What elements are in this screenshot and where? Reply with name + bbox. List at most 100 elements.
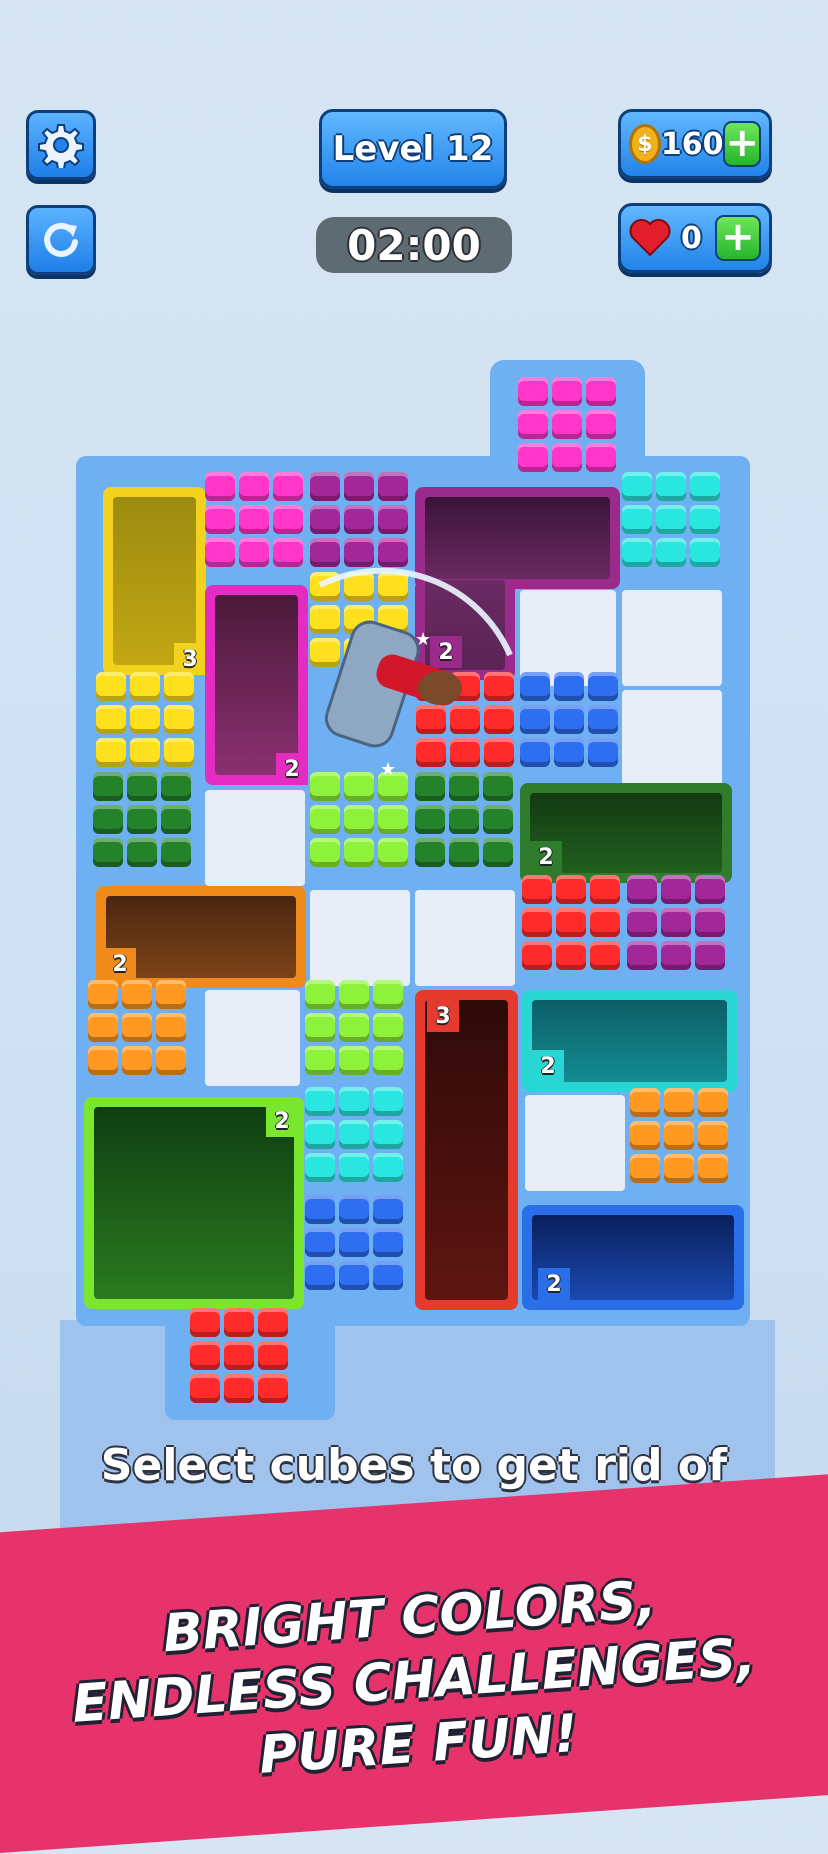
cube [522,875,552,904]
settings-button[interactable] [26,110,96,180]
cube [239,538,269,567]
cube [449,805,479,834]
cube [656,472,686,501]
cube [224,1374,254,1403]
cube [588,705,618,734]
cube [164,672,194,701]
svg-text:★: ★ [415,629,431,650]
cube [656,505,686,534]
cube [156,1046,186,1075]
coin-icon: $ [629,124,661,164]
green-box[interactable]: 2 [84,1097,304,1309]
cube [273,505,303,534]
cube [310,805,340,834]
blue-box-count: 2 [538,1268,570,1300]
cube [664,1154,694,1183]
cube [305,1261,335,1290]
cube [520,738,550,767]
cube [305,980,335,1009]
cube [373,1228,403,1257]
teal-box[interactable]: 2 [522,990,737,1092]
cube [93,838,123,867]
cube [122,1013,152,1042]
cube [622,472,652,501]
cube [205,505,235,534]
cube [590,941,620,970]
yellow-box[interactable]: 3 [103,487,206,675]
red-block[interactable] [190,1308,292,1408]
cube [93,772,123,801]
cube [378,805,408,834]
cube [339,1153,369,1182]
cube [305,1228,335,1257]
add-coins-button[interactable]: + [723,121,761,167]
red-block[interactable] [522,875,624,975]
orange-block[interactable] [630,1088,732,1188]
timer-value: 02:00 [347,220,481,270]
cube [630,1088,660,1117]
brown-box[interactable]: 2 [96,886,306,988]
cube [373,1261,403,1290]
cube [224,1341,254,1370]
cube [622,505,652,534]
cyan-block[interactable] [305,1087,407,1187]
cube [373,1046,403,1075]
cube [344,505,374,534]
cube [310,505,340,534]
darkgreen-block[interactable] [93,772,195,872]
restart-button[interactable] [26,205,96,275]
lime-block[interactable] [305,980,407,1080]
purple-cube-block[interactable] [627,875,729,975]
cube [552,443,582,472]
coins-counter: $ 160 + [618,109,772,179]
blue-block[interactable] [305,1195,407,1295]
cube [661,908,691,937]
darkred-box[interactable]: 3 [415,990,518,1310]
restart-icon [44,222,78,257]
cube [415,838,445,867]
cube [586,377,616,406]
cyan-block[interactable] [622,472,724,572]
cube [664,1088,694,1117]
cube [305,1046,335,1075]
lives-value: 0 [681,220,702,256]
cube [127,805,157,834]
empty-tile [525,1095,625,1191]
cube [305,1153,335,1182]
cube [373,1153,403,1182]
darkgreen-block[interactable] [415,772,517,872]
empty-tile [622,590,722,686]
darkgreen-box[interactable]: 2 [520,783,732,883]
cube [130,705,160,734]
cube [586,443,616,472]
cube [339,1195,369,1224]
cube [378,838,408,867]
orange-block[interactable] [88,980,190,1080]
coins-value: 160 [660,126,724,162]
cube [339,1228,369,1257]
cube [239,472,269,501]
cube [339,1120,369,1149]
svg-text:★: ★ [380,759,396,780]
cube [96,672,126,701]
cube [122,1046,152,1075]
cube [520,672,550,701]
lime-block[interactable] [310,772,412,872]
cube [164,705,194,734]
blue-box[interactable]: 2 [522,1205,744,1310]
cube [520,705,550,734]
pink-block[interactable] [518,377,620,477]
blue-block[interactable] [520,672,622,772]
yellow-block[interactable] [96,672,198,772]
cube [554,672,584,701]
add-lives-button[interactable]: + [715,215,761,261]
cube [190,1374,220,1403]
cube [656,538,686,567]
cube [156,1013,186,1042]
cube [483,805,513,834]
cube [161,838,191,867]
cube [590,875,620,904]
brown-box-count: 2 [104,948,136,980]
cube [258,1308,288,1337]
cube [622,538,652,567]
